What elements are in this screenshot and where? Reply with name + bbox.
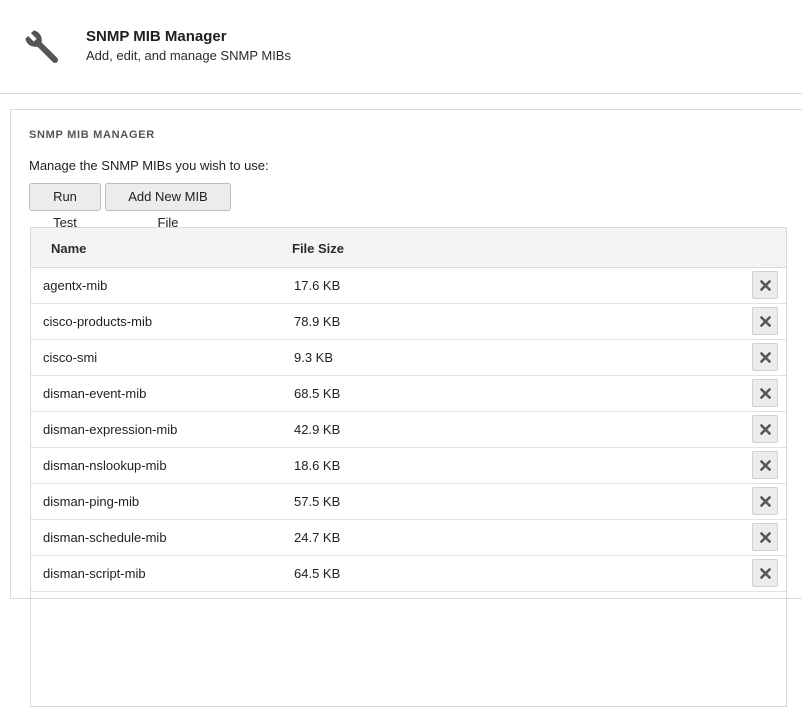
mib-file-size: 24.7 KB <box>294 530 341 545</box>
delete-mib-button[interactable] <box>752 307 778 335</box>
panel-description: Manage the SNMP MIBs you wish to use: <box>29 158 269 173</box>
column-header-file-size[interactable]: File Size <box>292 241 344 256</box>
table-header: Name File Size <box>31 228 786 268</box>
mib-name: disman-event-mib <box>43 386 147 401</box>
delete-mib-button[interactable] <box>752 271 778 299</box>
mib-name: agentx-mib <box>43 278 108 293</box>
close-icon <box>759 495 771 507</box>
mib-table: Name File Size agentx-mib 17.6 KB cisco-pr… <box>30 227 787 707</box>
table-row[interactable]: disman-event-mib 68.5 KB <box>31 376 786 412</box>
close-icon <box>759 387 771 399</box>
delete-mib-button[interactable] <box>752 379 778 407</box>
run-test-button[interactable]: Run Test <box>29 183 101 230</box>
mib-file-size: 64.5 KB <box>294 566 341 581</box>
mib-name: disman-nslookup-mib <box>43 458 167 473</box>
table-row[interactable]: disman-nslookup-mib 18.6 KB <box>31 448 786 484</box>
close-icon <box>759 531 771 543</box>
mib-file-size: 9.3 KB <box>294 350 334 365</box>
mib-file-size: 68.5 KB <box>294 386 341 401</box>
mib-name: cisco-smi <box>43 350 98 365</box>
mib-file-size: 42.9 KB <box>294 422 341 437</box>
delete-mib-button[interactable] <box>752 487 778 515</box>
close-icon <box>759 567 771 579</box>
table-row[interactable]: cisco-products-mib 78.9 KB <box>31 304 786 340</box>
page-subtitle: Add, edit, and manage SNMP MIBs <box>86 48 291 63</box>
page-header: SNMP MIB Manager Add, edit, and manage S… <box>0 0 802 94</box>
mib-name: disman-ping-mib <box>43 494 140 509</box>
close-icon <box>759 279 771 291</box>
page-title: SNMP MIB Manager <box>86 28 227 45</box>
table-row[interactable]: agentx-mib 17.6 KB <box>31 268 786 304</box>
table-row[interactable]: cisco-smi 9.3 KB <box>31 340 786 376</box>
mib-manager-panel: SNMP MIB MANAGER Manage the SNMP MIBs yo… <box>10 109 802 707</box>
mib-name: disman-expression-mib <box>43 422 178 437</box>
column-header-name[interactable]: Name <box>51 241 86 256</box>
table-row[interactable]: disman-schedule-mib 24.7 KB <box>31 520 786 556</box>
mib-file-size: 18.6 KB <box>294 458 341 473</box>
mib-name: disman-schedule-mib <box>43 530 167 545</box>
close-icon <box>759 423 771 435</box>
mib-name: disman-script-mib <box>43 566 146 581</box>
close-icon <box>759 351 771 363</box>
close-icon <box>759 459 771 471</box>
delete-mib-button[interactable] <box>752 415 778 443</box>
table-row[interactable]: disman-script-mib 64.5 KB <box>31 556 786 592</box>
delete-mib-button[interactable] <box>752 559 778 587</box>
close-icon <box>759 315 771 327</box>
panel-title: SNMP MIB MANAGER <box>29 129 155 141</box>
delete-mib-button[interactable] <box>752 523 778 551</box>
mib-name: cisco-products-mib <box>43 314 153 329</box>
mib-file-size: 57.5 KB <box>294 494 341 509</box>
mib-file-size: 17.6 KB <box>294 278 341 293</box>
table-row[interactable]: disman-expression-mib 42.9 KB <box>31 412 786 448</box>
wrench-icon <box>25 30 59 64</box>
delete-mib-button[interactable] <box>752 451 778 479</box>
delete-mib-button[interactable] <box>752 343 778 371</box>
table-body: agentx-mib 17.6 KB cisco-products-mib 78.9 … <box>31 268 786 592</box>
mib-file-size: 78.9 KB <box>294 314 341 329</box>
add-new-mib-file-button[interactable]: Add New MIB File <box>105 183 231 230</box>
table-row[interactable]: disman-ping-mib 57.5 KB <box>31 484 786 520</box>
